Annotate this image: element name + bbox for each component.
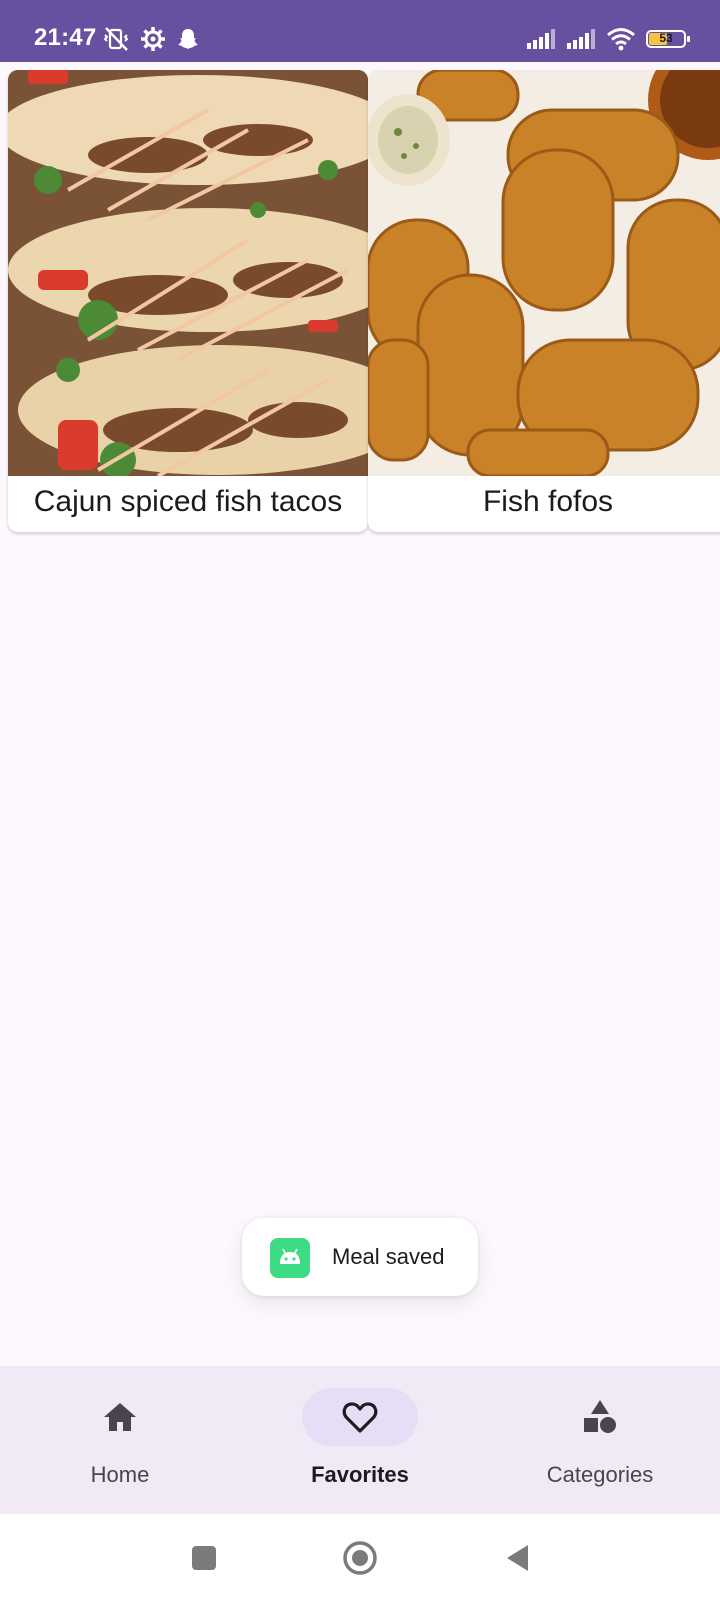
nav-item-favorites[interactable]: Favorites: [240, 1366, 480, 1514]
nav-label: Favorites: [311, 1462, 409, 1487]
shapes-icon: [584, 1400, 616, 1433]
battery-icon: 53: [646, 30, 690, 48]
settings-gear-icon: [141, 27, 165, 51]
fish-fofos-photo: [368, 70, 720, 476]
meal-title: Cajun spiced fish tacos: [33, 485, 343, 518]
signal-icon: [567, 29, 595, 49]
meal-title: Fish fofos: [482, 485, 614, 518]
toast-text: Meal saved: [332, 1244, 445, 1269]
nav-item-categories[interactable]: Categories: [480, 1366, 720, 1514]
bottom-navigation: Home Favorites Categories: [0, 1366, 720, 1514]
system-navigation-bar: [0, 1514, 720, 1600]
vibrate-off-icon: [103, 27, 129, 51]
recents-square-icon[interactable]: [186, 1540, 222, 1576]
snapchat-icon: [178, 29, 198, 49]
home-icon: [104, 1403, 136, 1431]
status-left-icons: [102, 24, 200, 54]
fish-tacos-photo: [8, 70, 368, 476]
home-circle-icon[interactable]: [342, 1540, 378, 1576]
battery-level: 53: [659, 31, 673, 45]
back-triangle-icon[interactable]: [500, 1540, 536, 1576]
status-right-icons: 53: [526, 24, 690, 54]
status-bar: 21:47 53: [0, 0, 720, 62]
toast-message: Meal saved: [242, 1218, 478, 1296]
wifi-icon: [607, 28, 635, 51]
favorites-grid: Cajun spiced fish tacos Fish fofos: [8, 70, 720, 532]
meal-card[interactable]: Fish fofos: [368, 70, 720, 532]
signal-icon: [527, 29, 555, 49]
android-app-icon: [270, 1238, 310, 1278]
status-time: 21:47: [34, 24, 97, 51]
meal-card[interactable]: Cajun spiced fish tacos: [8, 70, 368, 532]
nav-label: Categories: [546, 1462, 654, 1487]
heart-outline-icon: [342, 1402, 378, 1433]
nav-item-home[interactable]: Home: [0, 1366, 240, 1514]
nav-label: Home: [90, 1462, 150, 1487]
